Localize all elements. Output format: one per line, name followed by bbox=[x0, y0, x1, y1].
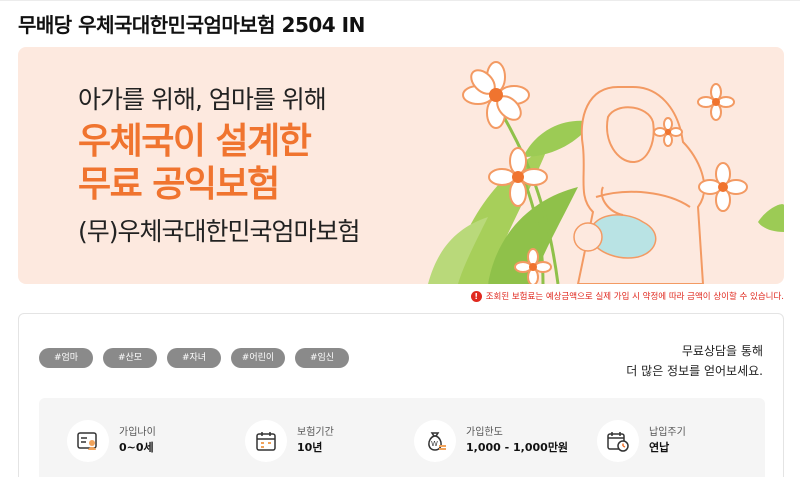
tag-mom[interactable]: #엄마 bbox=[39, 348, 93, 368]
banner-headline: 우체국이 설계한 무료 공익보험 bbox=[78, 120, 312, 206]
stat-insurance-period: 보험기간 10년 bbox=[245, 420, 334, 462]
stat-payment-cycle-label: 납입주기 bbox=[649, 427, 686, 438]
calendar-clock-icon bbox=[597, 420, 639, 462]
banner-headline-line2: 무료 공익보험 bbox=[78, 164, 280, 205]
tag-pregnancy[interactable]: #임신 bbox=[295, 348, 349, 368]
banner-headline-line1: 우체국이 설계한 bbox=[78, 121, 312, 162]
banner-subtitle: 아가를 위해, 엄마를 위해 bbox=[78, 85, 327, 114]
premium-notice: ! 조회된 보험료는 예상금액으로 실제 가입 시 약정에 따라 금액이 상이할… bbox=[470, 290, 784, 302]
tag-child[interactable]: #자녀 bbox=[167, 348, 221, 368]
top-divider bbox=[0, 0, 800, 6]
stat-insurance-period-value: 10년 bbox=[297, 441, 323, 454]
product-stats: 가입나이 0~0세 보험기간 10년 W 가입한도 1,000 - 1,000만… bbox=[39, 398, 765, 477]
consult-message: 무료상담을 통해 더 많은 정보를 얻어보세요. bbox=[626, 341, 763, 381]
stat-join-age: 가입나이 0~0세 bbox=[67, 420, 156, 462]
exclamation-icon: ! bbox=[470, 290, 482, 302]
stat-insurance-period-label: 보험기간 bbox=[297, 427, 334, 438]
calendar-icon bbox=[245, 420, 287, 462]
promo-banner: 아가를 위해, 엄마를 위해 우체국이 설계한 무료 공익보험 (무)우체국대한… bbox=[18, 47, 784, 284]
tag-list: #엄마 #산모 #자녀 #어린이 #임신 bbox=[39, 348, 349, 368]
product-info-card: #엄마 #산모 #자녀 #어린이 #임신 무료상담을 통해 더 많은 정보를 얻… bbox=[18, 313, 784, 477]
consult-line2: 더 많은 정보를 얻어보세요. bbox=[626, 364, 763, 378]
stat-payment-cycle: 납입주기 연납 bbox=[597, 420, 686, 462]
banner-product-name: (무)우체국대한민국엄마보험 bbox=[78, 217, 361, 246]
stat-join-age-value: 0~0세 bbox=[119, 441, 154, 454]
stat-join-age-label: 가입나이 bbox=[119, 427, 156, 438]
consult-line1: 무료상담을 통해 bbox=[681, 344, 763, 358]
mother-baby-illustration bbox=[428, 61, 784, 284]
money-bag-icon: W bbox=[414, 420, 456, 462]
svg-text:W: W bbox=[431, 440, 438, 448]
stat-payment-cycle-value: 연납 bbox=[649, 441, 670, 454]
tag-kids[interactable]: #어린이 bbox=[231, 348, 285, 368]
id-card-icon bbox=[67, 420, 109, 462]
tag-mother-postpartum[interactable]: #산모 bbox=[103, 348, 157, 368]
premium-notice-text: 조회된 보험료는 예상금액으로 실제 가입 시 약정에 따라 금액이 상이할 수… bbox=[485, 292, 784, 302]
stat-coverage-limit-label: 가입한도 bbox=[466, 427, 503, 438]
stat-coverage-limit-value: 1,000 - 1,000만원 bbox=[466, 441, 569, 454]
stat-coverage-limit: W 가입한도 1,000 - 1,000만원 bbox=[414, 420, 568, 462]
page-title: 무배당 우체국대한민국엄마보험 2504 IN bbox=[18, 13, 365, 37]
